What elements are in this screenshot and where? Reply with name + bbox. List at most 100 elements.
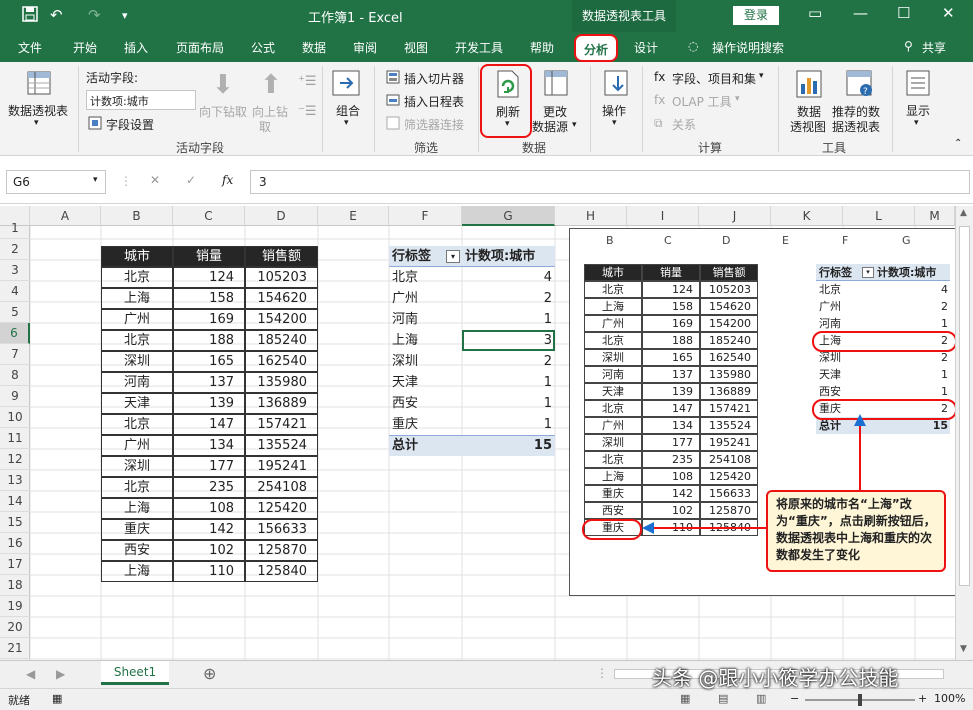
row-header[interactable]: 10 [0, 407, 30, 428]
column-header[interactable]: A [30, 206, 101, 226]
insert-function-icon[interactable]: fx [222, 173, 233, 187]
group-button[interactable]: 组合 [336, 102, 360, 119]
vertical-scrollbar[interactable]: ▲ ▼ [955, 206, 973, 660]
customize-qat-icon[interactable]: ▾ [122, 9, 128, 22]
row-header[interactable]: 13 [0, 470, 30, 491]
insert-slicer-button[interactable]: 插入切片器 [404, 70, 464, 87]
tab-analyze[interactable]: 分析 [574, 34, 619, 62]
tab-file[interactable]: 文件 [18, 39, 42, 56]
collapse-field-icon[interactable]: ⁻☰ [298, 104, 317, 119]
vertical-scroll-thumb[interactable] [959, 226, 970, 586]
column-header[interactable]: H [555, 206, 627, 226]
next-sheet-icon[interactable]: ▶ [56, 667, 65, 681]
row-header[interactable]: 2 [0, 239, 30, 260]
row-header[interactable]: 15 [0, 512, 30, 533]
row-header[interactable]: 9 [0, 386, 30, 407]
expand-field-icon[interactable]: ⁺☰ [298, 74, 317, 89]
close-icon[interactable]: ✕ [942, 4, 955, 22]
tab-review[interactable]: 审阅 [353, 39, 377, 56]
macro-record-icon[interactable]: ▦ [52, 692, 62, 705]
zoom-level[interactable]: 100% [934, 692, 965, 705]
row-header[interactable]: 3 [0, 260, 30, 281]
active-field-input[interactable]: 计数项:城市 [86, 90, 196, 110]
show-button[interactable]: 显示 [906, 102, 930, 119]
actions-button[interactable]: 操作 [602, 102, 626, 119]
login-button[interactable]: 登录 [733, 6, 779, 25]
row-header[interactable]: 11 [0, 428, 30, 449]
undo-icon[interactable]: ↶ [50, 6, 63, 24]
fields-items-button[interactable]: 字段、项目和集 [672, 70, 756, 87]
pivot-row-value[interactable]: 2 [462, 288, 552, 309]
row-header[interactable]: 8 [0, 365, 30, 386]
row-header[interactable]: 17 [0, 554, 30, 575]
cancel-icon[interactable]: ✕ [150, 173, 160, 187]
sheet-tab-sheet1[interactable]: Sheet1 [101, 661, 169, 685]
tab-home[interactable]: 开始 [73, 39, 97, 56]
row-header[interactable]: 18 [0, 575, 30, 596]
pivot-row-value[interactable]: 1 [462, 372, 552, 393]
maximize-icon[interactable]: ☐ [897, 4, 910, 22]
tab-help[interactable]: 帮助 [530, 39, 554, 56]
pivot-row-value[interactable]: 1 [462, 309, 552, 330]
column-header[interactable]: J [699, 206, 771, 226]
column-header-active[interactable]: G [462, 206, 555, 226]
pivot-row-label[interactable]: 上海 [392, 330, 418, 351]
share-button[interactable]: 共享 [922, 39, 946, 56]
column-header[interactable]: L [843, 206, 915, 226]
column-header[interactable]: D [245, 206, 318, 226]
pivot-row-label[interactable]: 重庆 [392, 414, 418, 435]
tab-insert[interactable]: 插入 [124, 39, 148, 56]
tell-me-search[interactable]: 操作说明搜索 [712, 39, 784, 56]
olap-tools-button[interactable]: OLAP 工具 [672, 93, 732, 110]
row-header[interactable]: 7 [0, 344, 30, 365]
scroll-up-icon[interactable]: ▲ [960, 208, 967, 218]
pivot-row-value[interactable]: 2 [462, 351, 552, 372]
row-header[interactable]: 21 [0, 638, 30, 659]
column-header[interactable]: K [771, 206, 843, 226]
filter-connections-button[interactable]: 筛选器连接 [404, 116, 464, 133]
row-header[interactable]: 5 [0, 302, 30, 323]
pivot-row-label[interactable]: 河南 [392, 309, 418, 330]
page-layout-view-icon[interactable]: ▤ [718, 692, 728, 705]
tab-view[interactable]: 视图 [404, 39, 428, 56]
hscroll-grip-icon[interactable]: ⋮ [596, 666, 608, 680]
column-header[interactable]: C [173, 206, 245, 226]
row-header[interactable]: 14 [0, 491, 30, 512]
redo-icon[interactable]: ↷ [88, 6, 101, 24]
refresh-button[interactable]: 刷新 [496, 103, 520, 120]
tab-design[interactable]: 设计 [634, 39, 658, 56]
page-break-view-icon[interactable]: ▥ [756, 692, 766, 705]
column-header[interactable]: F [389, 206, 462, 226]
add-sheet-icon[interactable]: ⊕ [203, 664, 216, 683]
ribbon-options-icon[interactable]: ▭ [808, 4, 822, 22]
pivot-row-value[interactable]: 1 [462, 393, 552, 414]
row-header[interactable]: 19 [0, 596, 30, 617]
column-header[interactable]: M [915, 206, 955, 226]
enter-icon[interactable]: ✓ [186, 173, 196, 187]
field-settings-button[interactable]: 字段设置 [106, 116, 154, 133]
pivot-row-label[interactable]: 西安 [392, 393, 418, 414]
drill-down-button[interactable]: 向下钻取 [199, 103, 247, 120]
name-box[interactable]: G6 [6, 170, 106, 194]
column-header[interactable]: E [318, 206, 389, 226]
insert-timeline-button[interactable]: 插入日程表 [404, 93, 464, 110]
normal-view-icon[interactable]: ▦ [680, 692, 690, 705]
minimize-icon[interactable]: — [853, 4, 868, 22]
scroll-down-icon[interactable]: ▼ [960, 644, 967, 654]
chevron-down-icon[interactable]: ▾ [93, 175, 98, 185]
collapse-ribbon-icon[interactable]: ⌃ [954, 138, 962, 149]
tab-formulas[interactable]: 公式 [251, 39, 275, 56]
save-icon[interactable] [22, 6, 38, 26]
column-header[interactable]: I [627, 206, 699, 226]
tab-page-layout[interactable]: 页面布局 [176, 39, 224, 56]
pivot-row-label[interactable]: 天津 [392, 372, 418, 393]
row-header[interactable]: 4 [0, 281, 30, 302]
filter-dropdown-icon[interactable]: ▾ [446, 250, 460, 263]
pivot-row-label[interactable]: 北京 [392, 267, 418, 288]
pivot-row-label[interactable]: 广州 [392, 288, 418, 309]
zoom-slider-thumb[interactable] [858, 694, 862, 706]
row-header[interactable]: 6 [0, 323, 30, 344]
formula-input[interactable]: 3 [250, 170, 970, 194]
relationships-button[interactable]: 关系 [672, 116, 696, 133]
pivot-row-label[interactable]: 深圳 [392, 351, 418, 372]
